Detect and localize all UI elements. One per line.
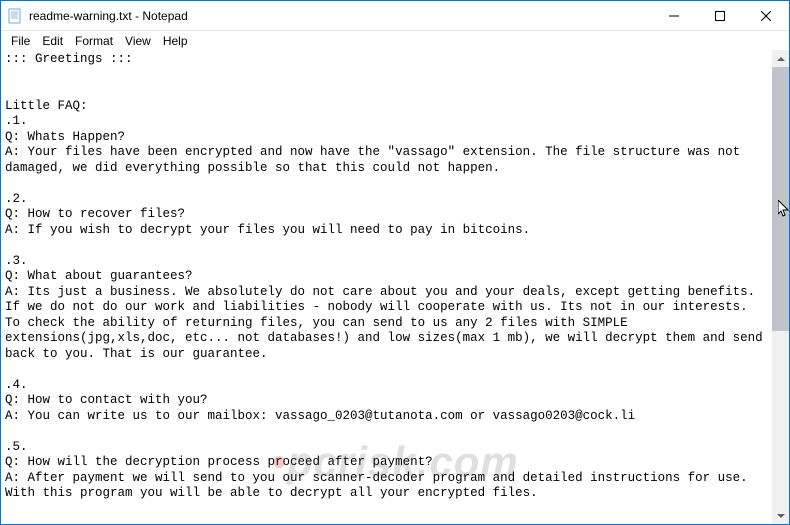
maximize-button[interactable] [697, 1, 743, 30]
scroll-thumb[interactable] [772, 67, 789, 331]
menubar: File Edit Format View Help [1, 31, 789, 50]
menu-view[interactable]: View [119, 33, 157, 49]
content-area: ::: Greetings ::: Little FAQ: .1. Q: Wha… [1, 50, 789, 524]
vertical-scrollbar[interactable] [772, 50, 789, 524]
scroll-down-arrow[interactable] [772, 507, 789, 524]
menu-file[interactable]: File [5, 33, 36, 49]
close-button[interactable] [743, 1, 789, 30]
menu-edit[interactable]: Edit [36, 33, 69, 49]
text-content[interactable]: ::: Greetings ::: Little FAQ: .1. Q: Wha… [1, 50, 772, 524]
titlebar[interactable]: readme-warning.txt - Notepad [1, 1, 789, 31]
notepad-window: readme-warning.txt - Notepad File Edit F… [0, 0, 790, 525]
scroll-up-arrow[interactable] [772, 50, 789, 67]
window-title: readme-warning.txt - Notepad [29, 9, 651, 23]
menu-help[interactable]: Help [157, 33, 194, 49]
minimize-button[interactable] [651, 1, 697, 30]
notepad-icon [7, 8, 23, 24]
window-controls [651, 1, 789, 30]
scroll-track[interactable] [772, 67, 789, 507]
menu-format[interactable]: Format [69, 33, 119, 49]
